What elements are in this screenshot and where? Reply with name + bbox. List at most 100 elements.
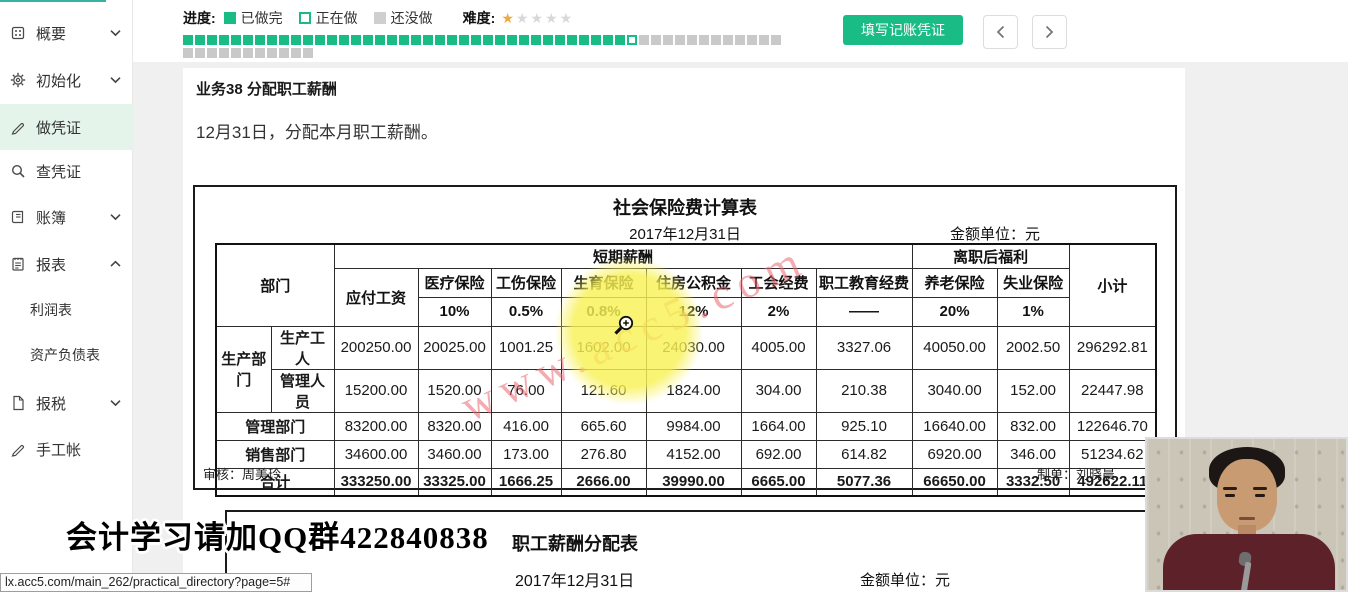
progress-square-done[interactable] — [327, 35, 337, 45]
table-cell: 22447.98 — [1069, 369, 1156, 412]
sidebar-item-manual-account[interactable]: 手工帐 — [0, 426, 133, 472]
progress-legend: 进度: 已做完正在做还没做 难度: ★★★★★ — [183, 8, 783, 28]
progress-square-todo[interactable] — [303, 48, 313, 58]
sidebar-item-make-voucher[interactable]: 做凭证 — [0, 104, 133, 150]
progress-square-done[interactable] — [363, 35, 373, 45]
progress-square-done[interactable] — [351, 35, 361, 45]
table-header-cell: 短期薪酬 — [334, 244, 912, 268]
progress-square-done[interactable] — [231, 35, 241, 45]
progress-square-todo[interactable] — [747, 35, 757, 45]
progress-square-done[interactable] — [591, 35, 601, 45]
progress-square-todo[interactable] — [735, 35, 745, 45]
progress-square-done[interactable] — [579, 35, 589, 45]
progress-square-done[interactable] — [315, 35, 325, 45]
grid-icon — [10, 25, 28, 41]
progress-square-done[interactable] — [243, 35, 253, 45]
progress-square-todo[interactable] — [195, 48, 205, 58]
progress-square-todo[interactable] — [255, 48, 265, 58]
table1-preparer: 制单：刘晓晨 — [1037, 464, 1115, 483]
progress-square-todo[interactable] — [651, 35, 661, 45]
chevron-up-icon — [110, 261, 121, 268]
progress-square-done[interactable] — [279, 35, 289, 45]
fill-voucher-button[interactable]: 填写记账凭证 — [843, 15, 963, 45]
progress-square-done[interactable] — [435, 35, 445, 45]
progress-square-done[interactable] — [255, 35, 265, 45]
progress-square-done[interactable] — [471, 35, 481, 45]
progress-square-todo[interactable] — [759, 35, 769, 45]
progress-square-done[interactable] — [267, 35, 277, 45]
progress-square-done[interactable] — [459, 35, 469, 45]
progress-square-done[interactable] — [507, 35, 517, 45]
chevron-down-icon — [110, 30, 121, 37]
progress-square-done[interactable] — [423, 35, 433, 45]
table-header-cell: 医疗保险 — [418, 268, 491, 297]
progress-square-todo[interactable] — [675, 35, 685, 45]
prev-task-button[interactable] — [983, 15, 1018, 49]
progress-square-todo[interactable] — [639, 35, 649, 45]
sidebar-item-label: 利润表 — [30, 300, 72, 320]
progress-square-todo[interactable] — [231, 48, 241, 58]
table-header-cell: 0.5% — [491, 297, 561, 326]
table2-date: 2017年12月31日 — [515, 567, 634, 591]
sidebar-item-tax-filing[interactable]: 报税 — [0, 380, 133, 426]
book-icon — [10, 209, 28, 225]
progress-square-todo[interactable] — [243, 48, 253, 58]
sidebar-item-income-statement[interactable]: 利润表 — [0, 288, 133, 332]
sidebar-item-label: 手工帐 — [36, 439, 81, 460]
progress-square-done[interactable] — [519, 35, 529, 45]
difficulty-star: ★ — [560, 11, 573, 25]
progress-square-todo[interactable] — [291, 48, 301, 58]
next-task-button[interactable] — [1032, 15, 1067, 49]
progress-square-todo[interactable] — [723, 35, 733, 45]
progress-square-done[interactable] — [555, 35, 565, 45]
progress-square-done[interactable] — [615, 35, 625, 45]
progress-square-current[interactable] — [627, 35, 637, 45]
progress-square-todo[interactable] — [663, 35, 673, 45]
progress-square-done[interactable] — [375, 35, 385, 45]
progress-square-todo[interactable] — [687, 35, 697, 45]
table-header-cell: 1% — [997, 297, 1069, 326]
table-cell: 832.00 — [997, 412, 1069, 440]
progress-square-done[interactable] — [543, 35, 553, 45]
chevron-right-icon — [1045, 25, 1054, 39]
table-header-cell: 2% — [741, 297, 816, 326]
progress-square-todo[interactable] — [771, 35, 781, 45]
progress-square-todo[interactable] — [699, 35, 709, 45]
sidebar-item-check-voucher[interactable]: 查凭证 — [0, 148, 133, 194]
progress-square-done[interactable] — [219, 35, 229, 45]
progress-square-todo[interactable] — [183, 48, 193, 58]
difficulty-label: 难度: — [463, 8, 496, 28]
progress-square-done[interactable] — [195, 35, 205, 45]
difficulty-star: ★ — [545, 11, 558, 25]
progress-square-todo[interactable] — [279, 48, 289, 58]
progress-square-todo[interactable] — [219, 48, 229, 58]
progress-square-todo[interactable] — [267, 48, 277, 58]
table-cell: 296292.81 — [1069, 326, 1156, 369]
progress-square-todo[interactable] — [711, 35, 721, 45]
table-row: 生产部门生产工人200250.0020025.001001.251602.002… — [216, 326, 1156, 369]
sidebar-item-reports[interactable]: 报表 — [0, 241, 133, 287]
progress-square-done[interactable] — [603, 35, 613, 45]
table-cell: 76.00 — [491, 369, 561, 412]
progress-square-done[interactable] — [531, 35, 541, 45]
webcam-video — [1145, 437, 1348, 592]
progress-square-done[interactable] — [303, 35, 313, 45]
progress-square-todo[interactable] — [207, 48, 217, 58]
sidebar-item-initialization[interactable]: 初始化 — [0, 57, 133, 103]
progress-square-done[interactable] — [483, 35, 493, 45]
progress-square-done[interactable] — [207, 35, 217, 45]
sidebar-item-account-books[interactable]: 账簿 — [0, 194, 133, 240]
table1-reviewer: 审核：周美玲 — [203, 464, 281, 483]
progress-square-done[interactable] — [495, 35, 505, 45]
progress-square-done[interactable] — [387, 35, 397, 45]
progress-square-done[interactable] — [411, 35, 421, 45]
sidebar-item-overview[interactable]: 概要 — [0, 10, 133, 56]
progress-square-done[interactable] — [183, 35, 193, 45]
progress-square-done[interactable] — [399, 35, 409, 45]
table-row: 管理人员15200.001520.0076.00121.601824.00304… — [216, 369, 1156, 412]
progress-square-done[interactable] — [339, 35, 349, 45]
sidebar-item-balance-sheet[interactable]: 资产负债表 — [0, 333, 133, 377]
progress-square-done[interactable] — [447, 35, 457, 45]
progress-square-done[interactable] — [567, 35, 577, 45]
progress-square-done[interactable] — [291, 35, 301, 45]
